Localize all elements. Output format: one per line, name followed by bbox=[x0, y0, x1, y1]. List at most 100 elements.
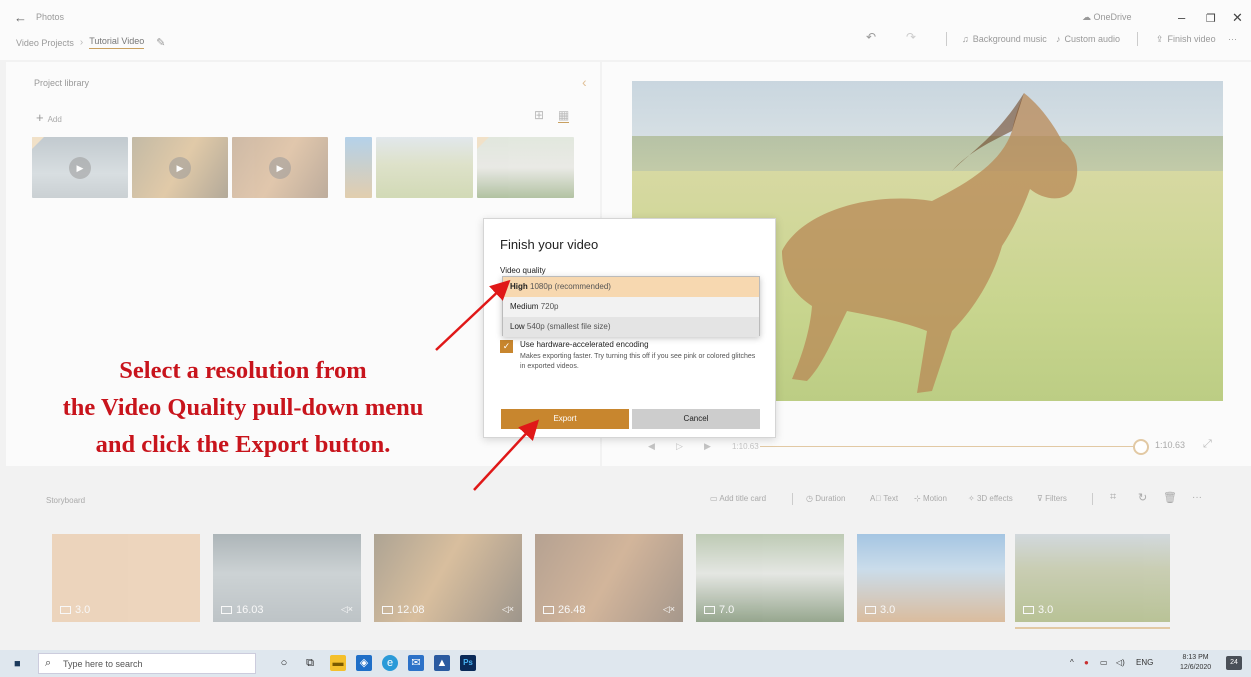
quality-option-high[interactable]: High 1080p (recommended) bbox=[503, 277, 759, 297]
collapse-library-chevron-icon[interactable]: ‹ bbox=[582, 74, 587, 90]
back-arrow-icon[interactable]: ← bbox=[14, 10, 27, 25]
filters-button[interactable]: ⊽ Filters bbox=[1037, 494, 1067, 503]
delete-icon[interactable]: 🗑 bbox=[1163, 491, 1177, 504]
rename-pencil-icon[interactable]: ✎ bbox=[156, 36, 165, 49]
toolbar-divider bbox=[946, 32, 947, 46]
toolbar-divider bbox=[792, 493, 793, 505]
network-icon[interactable]: ▭ bbox=[1100, 658, 1108, 667]
store-icon[interactable]: ◈ bbox=[356, 655, 372, 671]
quality-option-medium[interactable]: Medium 720p bbox=[503, 297, 759, 317]
storyboard-clip-tiger[interactable]: 12.08 ◁× bbox=[374, 534, 522, 622]
clock-icon: ◷ bbox=[806, 494, 816, 503]
library-thumbnail-lion[interactable]: ▶ bbox=[232, 137, 328, 198]
filters-label: Filters bbox=[1045, 494, 1067, 503]
library-thumbnail-giraffe[interactable] bbox=[345, 137, 372, 198]
storyboard-clip-horse[interactable]: 3.0 bbox=[1015, 534, 1170, 622]
finish-video-button[interactable]: ⇪ Finish video bbox=[1156, 34, 1216, 45]
current-time: 1:10.63 bbox=[732, 442, 759, 451]
onedrive-status[interactable]: ☁ OneDrive bbox=[1082, 12, 1132, 23]
storyboard-clip-swans[interactable]: 16.03 ◁× bbox=[213, 534, 361, 622]
option-name: Medium bbox=[510, 302, 539, 311]
photos-app-icon[interactable]: ▲ bbox=[434, 655, 450, 671]
finish-video-label: Finish video bbox=[1167, 34, 1216, 44]
toolbar-divider bbox=[1137, 32, 1138, 46]
taskbar-clock[interactable]: 8:13 PM 12/6/2020 bbox=[1180, 653, 1211, 673]
maximize-button[interactable]: ❐ bbox=[1206, 12, 1216, 25]
undo-button[interactable]: ↶ bbox=[866, 30, 876, 44]
breadcrumb-current-project: Tutorial Video bbox=[89, 36, 145, 49]
video-quality-dropdown[interactable]: High 1080p (recommended) Medium 720p Low… bbox=[502, 276, 760, 337]
tray-app-icon[interactable]: ● bbox=[1084, 658, 1089, 667]
next-frame-icon[interactable]: ▶ bbox=[704, 441, 711, 452]
option-detail: 1080p (recommended) bbox=[530, 282, 611, 291]
muted-speaker-icon: ◁× bbox=[340, 604, 353, 614]
clip-duration: 12.08 bbox=[382, 604, 425, 616]
storyboard-clip-panda[interactable]: 7.0 bbox=[696, 534, 844, 622]
custom-audio-button[interactable]: ♪ Custom audio bbox=[1056, 34, 1120, 44]
windows-start-icon[interactable]: ■ bbox=[14, 658, 21, 670]
muted-speaker-icon: ◁× bbox=[501, 604, 514, 614]
play-icon: ▶ bbox=[169, 156, 191, 179]
fullscreen-expand-icon[interactable]: ⤢ bbox=[1203, 438, 1212, 451]
title-card-icon: ▭ bbox=[710, 494, 720, 503]
image-icon bbox=[1023, 606, 1034, 615]
file-explorer-icon[interactable]: ▬ bbox=[330, 655, 346, 671]
crop-icon[interactable]: ⌗ bbox=[1110, 491, 1116, 504]
volume-icon[interactable]: ◁) bbox=[1116, 658, 1125, 667]
storyboard-panel: Storyboard ▭ Add title card ◷ Duration A… bbox=[0, 480, 1251, 650]
library-thumbnail-swans[interactable]: ▶ bbox=[32, 137, 128, 198]
background-music-button[interactable]: ♫ Background music bbox=[962, 34, 1047, 44]
dialog-title: Finish your video bbox=[500, 237, 599, 252]
play-icon: ▶ bbox=[269, 156, 291, 179]
used-marker-icon bbox=[477, 137, 489, 149]
notification-center-icon[interactable]: 24 bbox=[1226, 656, 1242, 670]
photoshop-icon[interactable]: Ps bbox=[460, 655, 476, 671]
minimize-button[interactable]: – bbox=[1178, 10, 1185, 25]
rotate-icon[interactable]: ↻ bbox=[1138, 491, 1147, 504]
more-options-button[interactable]: ··· bbox=[1228, 34, 1237, 44]
cortana-icon[interactable]: ○ bbox=[276, 655, 292, 671]
3d-effects-button[interactable]: ✧ 3D effects bbox=[968, 494, 1013, 503]
storyboard-more-button[interactable]: ··· bbox=[1192, 492, 1202, 503]
motion-icon: ⊹ bbox=[914, 494, 923, 503]
seek-bar[interactable] bbox=[760, 446, 1140, 447]
edge-browser-icon[interactable]: e bbox=[382, 655, 398, 671]
clock-time: 8:13 PM bbox=[1182, 654, 1209, 661]
clip-duration: 26.48 bbox=[543, 604, 586, 616]
motion-button[interactable]: ⊹ Motion bbox=[914, 494, 947, 503]
share-icon: ⇪ bbox=[1156, 34, 1164, 44]
export-button[interactable]: Export bbox=[501, 409, 629, 429]
storyboard-clip-lion[interactable]: 26.48 ◁× bbox=[535, 534, 683, 622]
previous-frame-icon[interactable]: ◀ bbox=[648, 441, 655, 452]
cancel-button[interactable]: Cancel bbox=[632, 409, 760, 429]
3d-effects-icon: ✧ bbox=[968, 494, 977, 503]
play-button-icon[interactable]: ▷ bbox=[676, 441, 683, 452]
3d-effects-label: 3D effects bbox=[976, 494, 1013, 503]
language-indicator[interactable]: ENG bbox=[1136, 658, 1153, 667]
redo-button[interactable]: ↷ bbox=[906, 30, 916, 44]
option-detail: 540p (smallest file size) bbox=[526, 322, 611, 331]
taskbar-search-box[interactable]: ⌕ Type here to search bbox=[38, 653, 256, 674]
grid-view-small-icon[interactable]: ⊞ bbox=[534, 108, 544, 122]
mail-icon[interactable]: ✉ bbox=[408, 655, 424, 671]
task-view-icon[interactable]: ⧉ bbox=[302, 655, 318, 671]
close-button[interactable]: ✕ bbox=[1232, 10, 1243, 26]
storyboard-clip-giraffe[interactable]: 3.0 bbox=[857, 534, 1005, 622]
clip-duration: 16.03 bbox=[221, 604, 264, 616]
seek-bar-thumb[interactable] bbox=[1133, 439, 1149, 455]
hw-encoding-checkbox[interactable]: ✓ bbox=[500, 340, 513, 353]
add-media-label: Add bbox=[47, 115, 62, 124]
text-button[interactable]: A⃞ Text bbox=[870, 494, 898, 503]
add-title-card-button[interactable]: ▭ Add title card bbox=[710, 494, 766, 503]
title-bar: ← Photos Video Projects › Tutorial Video… bbox=[0, 0, 1251, 60]
storyboard-clip-title-card[interactable]: 3.0 bbox=[52, 534, 200, 622]
quality-option-low[interactable]: Low 540p (smallest file size) bbox=[503, 317, 759, 337]
library-thumbnail-horse[interactable] bbox=[376, 137, 473, 198]
library-thumbnail-tiger[interactable]: ▶ bbox=[132, 137, 228, 198]
duration-button[interactable]: ◷ Duration bbox=[806, 494, 845, 503]
tray-chevron-icon[interactable]: ^ bbox=[1070, 658, 1074, 667]
add-media-button[interactable]: + Add bbox=[36, 110, 62, 125]
grid-view-large-icon[interactable]: ▦ bbox=[558, 108, 570, 123]
library-thumbnail-panda[interactable] bbox=[477, 137, 574, 198]
breadcrumb-video-projects[interactable]: Video Projects bbox=[16, 38, 74, 48]
